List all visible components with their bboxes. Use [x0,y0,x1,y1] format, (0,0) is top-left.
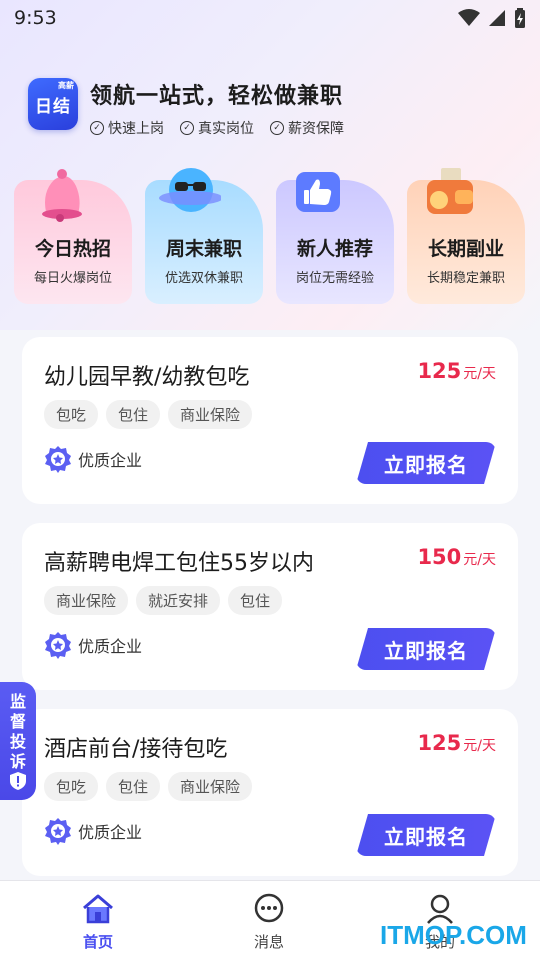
shield-alert-icon [10,772,26,790]
job-tags: 包吃 包住 商业保险 [44,772,253,801]
job-tag: 就近安排 [136,586,221,615]
check-circle-icon: ✓ [90,121,104,135]
home-icon [83,894,113,924]
job-title: 高薪聘电焊工包住55岁以内 [44,551,314,576]
logo-tag: 高薪 [58,81,74,90]
category-weekend[interactable]: 周末兼职 优选双休兼职 [145,168,263,304]
status-time: 9:53 [14,7,57,29]
slogan: 领航一站式，轻松做兼职 [90,84,344,109]
category-long-term[interactable]: 长期副业 长期稳定兼职 [407,168,525,304]
wallet-icon [427,168,473,214]
job-title: 幼儿园早教/幼教包吃 [44,365,250,390]
bell-icon [42,169,82,222]
wifi-icon [458,9,480,26]
quality-badge-icon [45,446,71,473]
job-card[interactable]: 酒店前台/接待包吃 125 元/天 包吃 包住 商业保险 优质企业 立即报名 [22,709,518,876]
tab-messages[interactable]: 消息 [229,893,309,952]
message-icon [254,893,284,923]
job-salary: 125 元/天 [417,359,496,383]
tab-home[interactable]: 首页 [58,893,138,952]
status-bar: 9:53 [0,0,540,36]
category-today-hot[interactable]: 今日热招 每日火爆岗位 [14,169,132,304]
quality-badge-icon [45,818,71,845]
logo-text: 日结 [35,96,71,117]
thumbs-up-icon [296,172,340,212]
feature-item: ✓ 快速上岗 [90,118,164,138]
company-badge: 优质企业 [44,445,142,473]
job-tag: 包住 [228,586,283,615]
feature-list: ✓ 快速上岗 ✓ 真实岗位 ✓ 薪资保障 [90,118,344,138]
job-tag: 包住 [106,772,161,801]
feature-item: ✓ 薪资保障 [270,118,344,138]
apply-button[interactable]: 立即报名 [356,628,496,670]
job-card[interactable]: 高薪聘电焊工包住55岁以内 150 元/天 商业保险 就近安排 包住 优质企业 … [22,523,518,690]
feature-item: ✓ 真实岗位 [180,118,254,138]
app-header: 高薪 日结 领航一站式，轻松做兼职 ✓ 快速上岗 ✓ 真实岗位 ✓ 薪资保障 [28,78,344,138]
watermark-text: ITMOP.COM [380,920,527,950]
signal-icon [489,10,505,26]
job-salary: 125 元/天 [417,731,496,755]
job-tag: 包吃 [44,400,99,429]
job-title: 酒店前台/接待包吃 [44,737,228,762]
check-circle-icon: ✓ [270,121,284,135]
job-salary: 150 元/天 [417,545,496,569]
category-grid: 今日热招 每日火爆岗位 周末兼职 优选双休兼职 新人推荐 岗位无需经验 长期副业 [14,168,526,304]
app-logo: 高薪 日结 [28,78,78,130]
job-card[interactable]: 幼儿园早教/幼教包吃 125 元/天 包吃 包住 商业保险 优质企业 立即报名 [22,337,518,504]
company-badge: 优质企业 [44,631,142,659]
job-tags: 商业保险 就近安排 包住 [44,586,283,615]
job-tag: 商业保险 [168,772,253,801]
status-icons [458,8,526,28]
apply-button[interactable]: 立即报名 [356,442,496,484]
apply-button[interactable]: 立即报名 [356,814,496,856]
company-badge: 优质企业 [44,817,142,845]
battery-icon [515,8,525,28]
category-newbie[interactable]: 新人推荐 岗位无需经验 [276,172,394,304]
planet-sunglasses-icon [159,168,221,212]
job-tag: 包吃 [44,772,99,801]
check-circle-icon: ✓ [180,121,194,135]
job-tag: 商业保险 [168,400,253,429]
complaint-button[interactable]: 监 督 投 诉 [0,682,36,800]
quality-badge-icon [45,632,71,659]
job-tag: 商业保险 [44,586,129,615]
job-tag: 包住 [106,400,161,429]
job-tags: 包吃 包住 商业保险 [44,400,253,429]
